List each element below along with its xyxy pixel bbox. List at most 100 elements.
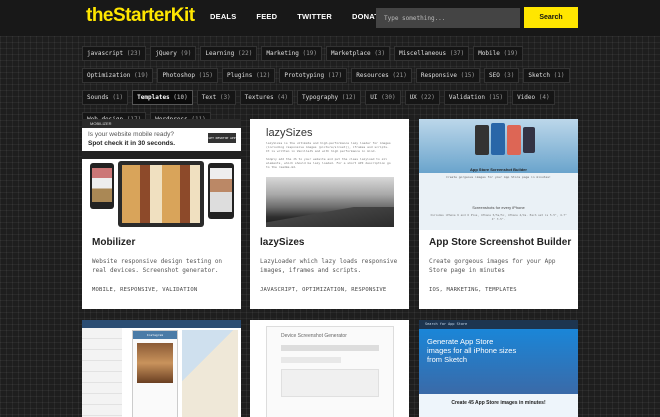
thumb-device-bar <box>82 151 241 159</box>
tag-count: (10) <box>173 94 188 101</box>
card-tags: IOS, MARKETING, TEMPLATES <box>429 287 517 293</box>
nav-twitter[interactable]: TWITTER <box>297 12 332 21</box>
tag-responsive[interactable]: Responsive (15) <box>415 68 481 83</box>
tag-validation[interactable]: Validation (15) <box>443 90 509 105</box>
tag-javascript[interactable]: javascript (23) <box>82 46 147 61</box>
tag-count: (12) <box>341 94 357 101</box>
thumb-brand: MOBILIZER <box>90 121 112 126</box>
thumb-topbar: MOBILIZER <box>82 119 241 128</box>
tag-label: Sketch <box>528 72 551 79</box>
tag-typography[interactable]: Typography (12) <box>297 90 362 105</box>
thumb-cta-text: Create 45 App Store images in minutes! <box>451 400 546 406</box>
thumb-hero <box>419 119 578 173</box>
tag-photoshop[interactable]: Photoshop (15) <box>157 68 219 83</box>
thumb-headline-1: Is your website mobile ready? <box>88 131 174 138</box>
tag-label: Responsive <box>420 72 457 79</box>
card-description: Website responsive design testing on rea… <box>92 258 223 274</box>
card-lazysizes[interactable]: lazySizes lazySizes is the ultimate and … <box>250 119 409 309</box>
tag-templates[interactable]: Templates (10) <box>132 90 193 105</box>
tag-label: Photoshop <box>162 72 195 79</box>
thumb-section-title: Screenshots for every iPhone <box>472 205 525 210</box>
card-tags: JAVASCRIPT, OPTIMIZATION, RESPONSIVE <box>260 287 387 293</box>
tag-textures[interactable]: Textures (4) <box>239 90 294 105</box>
tag-optimization[interactable]: Optimization (19) <box>82 68 154 83</box>
tag-label: Mobile <box>478 50 500 57</box>
card-description: LazyLoader which lazy loads responsive i… <box>260 258 398 274</box>
card-title[interactable]: App Store Screenshot Builder <box>429 237 571 248</box>
nav-feed[interactable]: FEED <box>256 12 277 21</box>
tag-label: Plugins <box>227 72 253 79</box>
tag-count: (22) <box>420 94 435 101</box>
tag-count: (37) <box>449 50 465 57</box>
tag-count: (4) <box>277 94 289 101</box>
card-description: Create gorgeous images for your App Stor… <box>429 258 556 274</box>
card-app-store-screenshot-builder[interactable]: App Store Screenshot Builder Create gorg… <box>419 119 578 309</box>
card-row2-1[interactable]: Instagram <box>82 320 241 417</box>
search-button[interactable]: Search <box>524 7 578 28</box>
tag-text[interactable]: Text (3) <box>196 90 236 105</box>
tag-seo[interactable]: SEO (3) <box>484 68 520 83</box>
tag-label: UX <box>409 94 417 101</box>
site-logo[interactable]: theStarterKit <box>86 5 195 27</box>
card-thumbnail[interactable]: lazySizes lazySizes is the ultimate and … <box>250 119 409 230</box>
thumb-cta: GET DESKTOP APP <box>208 133 236 143</box>
tag-label: Sounds <box>87 94 109 101</box>
thumb-browser: Device Screenshot Generator <box>266 326 394 417</box>
thumb-app-label: Instagram <box>133 331 177 339</box>
thumb-tablet <box>118 161 204 227</box>
thumb-image <box>266 177 394 227</box>
thumb-phone-1 <box>90 163 114 209</box>
top-header: theStarterKit DEALS FEED TWITTER DONATE … <box>0 0 660 36</box>
tag-resources[interactable]: Resources (21) <box>351 68 412 83</box>
tag-count: (19) <box>503 50 518 57</box>
tag-miscellaneous[interactable]: Miscellaneous (37) <box>394 46 470 61</box>
search-input[interactable] <box>376 8 520 28</box>
tag-count: (19) <box>133 72 149 79</box>
tag-label: Miscellaneous <box>399 50 447 57</box>
tag-mobile[interactable]: Mobile (19) <box>473 46 523 61</box>
card-title[interactable]: Mobilizer <box>92 237 135 248</box>
tag-count: (21) <box>392 72 407 79</box>
tag-ux[interactable]: UX (22) <box>404 90 440 105</box>
card-tags: MOBILE, RESPONSIVE, VALIDATION <box>92 287 198 293</box>
tag-label: Textures <box>244 94 274 101</box>
card-row2-3[interactable]: Search for App Store Generate App Store … <box>419 320 578 417</box>
card-thumbnail[interactable]: MOBILIZER Is your website mobile ready? … <box>82 119 241 230</box>
tag-prototyping[interactable]: Prototyping (17) <box>279 68 348 83</box>
tag-label: Templates <box>137 94 170 101</box>
nav-deals[interactable]: DEALS <box>210 12 236 21</box>
thumb-topbar: Search for App Store <box>419 320 578 329</box>
thumb-phone: Instagram <box>132 330 178 417</box>
thumb-heading: App Store Screenshot Builder <box>470 167 527 172</box>
tag-count: (9) <box>180 50 192 57</box>
tag-count: (17) <box>327 72 343 79</box>
tag-marketplace[interactable]: Marketplace (3) <box>325 46 391 61</box>
tag-plugins[interactable]: Plugins (12) <box>222 68 276 83</box>
tag-sketch[interactable]: Sketch (1) <box>523 68 570 83</box>
tag-video[interactable]: Video (4) <box>512 90 555 105</box>
tag-jquery[interactable]: jQuery (9) <box>150 46 197 61</box>
tag-count: (12) <box>255 72 271 79</box>
card-title[interactable]: lazySizes <box>260 237 304 248</box>
tag-label: Resources <box>356 72 389 79</box>
tag-label: Text <box>201 94 217 101</box>
tag-label: Video <box>517 94 536 101</box>
thumb-paragraph-2: Simply add the JS to your website and pu… <box>266 157 391 169</box>
tag-marketing[interactable]: Marketing (19) <box>261 46 322 61</box>
thumb-title: Device Screenshot Generator <box>281 333 347 339</box>
tag-count: (22) <box>237 50 253 57</box>
card-mobilizer[interactable]: MOBILIZER Is your website mobile ready? … <box>82 119 241 309</box>
card-thumbnail[interactable]: App Store Screenshot Builder Create gorg… <box>419 119 578 230</box>
tag-label: Learning <box>205 50 235 57</box>
thumb-topbar <box>82 320 241 328</box>
tag-count: (3) <box>219 94 231 101</box>
tag-label: Prototyping <box>284 72 325 79</box>
tag-sounds[interactable]: Sounds (1) <box>82 90 129 105</box>
card-row2-2[interactable]: Device Screenshot Generator <box>250 320 409 417</box>
thumb-headline-2: Spot check it in 30 seconds. <box>88 140 176 147</box>
tag-count: (3) <box>374 50 386 57</box>
tag-count: (19) <box>302 50 317 57</box>
tag-label: javascript <box>87 50 124 57</box>
tag-ui[interactable]: UI (30) <box>365 90 401 105</box>
tag-learning[interactable]: Learning (22) <box>200 46 258 61</box>
